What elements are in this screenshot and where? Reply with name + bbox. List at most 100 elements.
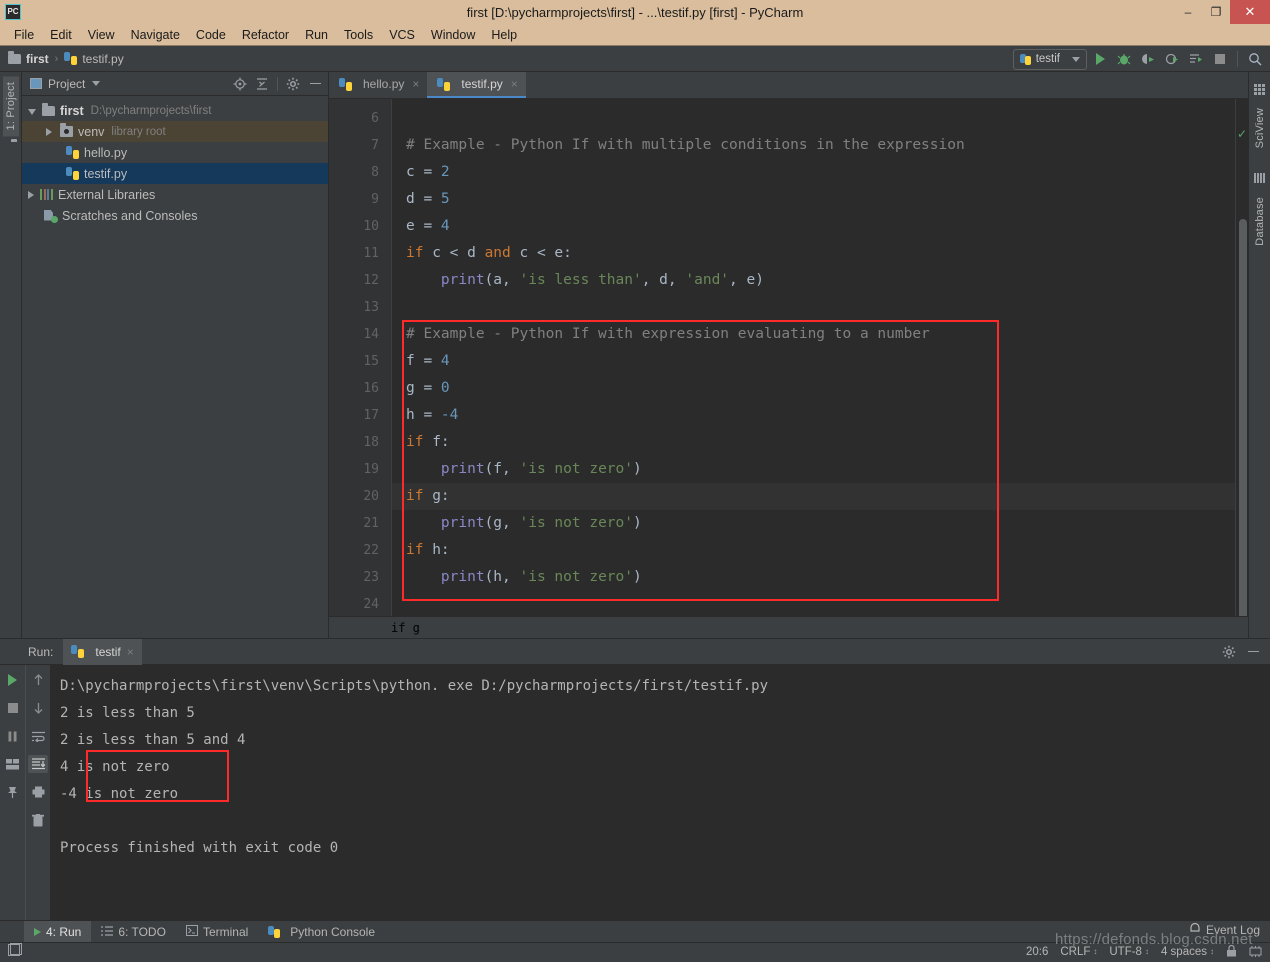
maximize-button[interactable]: ❐ [1202,0,1230,24]
indent-setting[interactable]: 4 spaces ↕ [1161,946,1214,958]
stop-icon[interactable] [1209,48,1231,70]
run-icon[interactable] [1089,48,1111,70]
tool-window-terminal[interactable]: Terminal [176,921,258,943]
run-with-console-icon[interactable] [1185,48,1207,70]
tree-item-hello-py[interactable]: hello.py [22,142,328,163]
code-line[interactable]: print(g, 'is not zero') [392,510,1235,537]
chevron-down-icon[interactable] [92,81,101,86]
tree-item-scratches[interactable]: Scratches and Consoles [22,205,328,226]
breadcrumb-file[interactable]: testif.py [64,52,124,66]
code-line[interactable] [392,591,1235,616]
breadcrumb-if-g[interactable]: if g [391,621,420,635]
menu-navigate[interactable]: Navigate [123,26,188,44]
tab-hello-py[interactable]: hello.py × [329,72,427,98]
stop-icon[interactable] [3,699,23,717]
lock-icon[interactable] [1226,944,1237,960]
menu-window[interactable]: Window [423,26,483,44]
code-lines[interactable]: # Example - Python If with multiple cond… [391,99,1235,616]
code-editor[interactable]: 6 7 8 9 10 11 12 13 14 15 16 17 18 19 20 21 22 23 24 # Exa… [329,99,1248,616]
breadcrumb-project[interactable]: first [8,50,49,66]
menu-run[interactable]: Run [297,26,336,44]
code-line[interactable]: e = 4 [392,213,1235,240]
event-log-button[interactable]: Event Log [1189,922,1260,937]
code-line[interactable]: print(h, 'is not zero') [392,564,1235,591]
sidebar-item-database[interactable]: Database [1252,191,1268,252]
up-arrow-icon[interactable] [28,671,48,689]
soft-wrap-icon[interactable] [28,727,48,745]
line-separator[interactable]: CRLF ↕ [1060,946,1097,958]
gear-icon[interactable] [284,75,302,93]
layout-icon[interactable] [3,755,23,773]
file-encoding[interactable]: UTF-8 ↕ [1109,946,1149,958]
expand-arrow-icon[interactable] [28,190,34,199]
window-layout-icon[interactable] [8,942,22,962]
code-line[interactable]: # Example - Python If with expression ev… [392,321,1235,348]
code-token: 'is not zero' [519,515,634,531]
code-line[interactable]: print(a, 'is less than', d, 'and', e) [392,267,1235,294]
expand-arrow-icon[interactable] [28,109,36,115]
code-line[interactable]: c = 2 [392,159,1235,186]
run-console-output[interactable]: D:\pycharmprojects\first\venv\Scripts\py… [50,665,1270,920]
menu-code[interactable]: Code [188,26,234,44]
caret-position[interactable]: 20:6 [1026,946,1048,958]
close-button[interactable]: ✕ [1230,0,1270,24]
code-line[interactable]: print(f, 'is not zero') [392,456,1235,483]
locate-file-icon[interactable] [231,75,249,93]
code-line[interactable]: h = -4 [392,402,1235,429]
code-line[interactable]: f = 4 [392,348,1235,375]
project-tree[interactable]: first D:\pycharmprojects\first venv libr… [22,96,328,638]
code-line[interactable]: if c < d and c < e: [392,240,1235,267]
down-arrow-icon[interactable] [28,699,48,717]
tab-testif-py[interactable]: testif.py × [427,72,526,98]
expand-arrow-icon[interactable] [46,127,52,136]
pause-icon[interactable] [3,727,23,745]
close-icon[interactable]: × [511,77,518,91]
menu-tools[interactable]: Tools [336,26,381,44]
tool-window-run[interactable]: 4: Run [24,920,92,943]
tree-item-first[interactable]: first D:\pycharmprojects\first [22,100,328,121]
hide-panel-icon[interactable] [306,75,324,93]
tool-window-todo[interactable]: 6: TODO [91,921,176,943]
memory-indicator-icon[interactable] [1249,945,1262,960]
menu-file[interactable]: File [6,26,42,44]
gear-icon[interactable] [1220,643,1238,661]
code-line[interactable]: if h: [392,537,1235,564]
code-line[interactable]: d = 5 [392,186,1235,213]
tree-item-testif-py[interactable]: testif.py [22,163,328,184]
close-icon[interactable]: × [412,77,419,91]
code-token: 4 [440,353,450,369]
coverage-icon[interactable] [1137,48,1159,70]
pin-icon[interactable] [3,783,23,801]
menu-vcs[interactable]: VCS [381,26,423,44]
debug-icon[interactable] [1113,48,1135,70]
tree-item-venv[interactable]: venv library root [22,121,328,142]
scroll-to-end-icon[interactable] [28,755,48,773]
close-icon[interactable]: × [127,645,134,659]
code-line[interactable] [392,105,1235,132]
code-line[interactable]: if f: [392,429,1235,456]
trash-icon[interactable] [28,811,48,829]
tool-window-python-console[interactable]: Python Console [258,921,385,943]
editor-scrollbar[interactable] [1239,219,1247,616]
code-line[interactable]: if g: [392,483,1235,510]
code-line[interactable] [392,294,1235,321]
rerun-icon[interactable] [3,671,23,689]
menu-refactor[interactable]: Refactor [234,26,297,44]
run-tab-testif[interactable]: testif × [63,638,142,665]
sidebar-item-project[interactable]: 1: Project [2,76,19,137]
minimize-button[interactable]: – [1174,0,1202,24]
profile-icon[interactable] [1161,48,1183,70]
code-line[interactable]: # Example - Python If with multiple cond… [392,132,1235,159]
search-icon[interactable] [1244,48,1266,70]
hide-panel-icon[interactable] [1244,643,1262,661]
menu-edit[interactable]: Edit [42,26,80,44]
print-icon[interactable] [28,783,48,801]
marker-bar[interactable]: ✓ [1235,99,1248,616]
tree-item-external-libraries[interactable]: External Libraries [22,184,328,205]
menu-view[interactable]: View [80,26,123,44]
run-configuration-selector[interactable]: testif [1012,48,1087,70]
collapse-all-icon[interactable] [253,75,271,93]
code-line[interactable]: g = 0 [392,375,1235,402]
sidebar-item-sciview[interactable]: SciView [1252,102,1268,154]
menu-help[interactable]: Help [483,26,525,44]
